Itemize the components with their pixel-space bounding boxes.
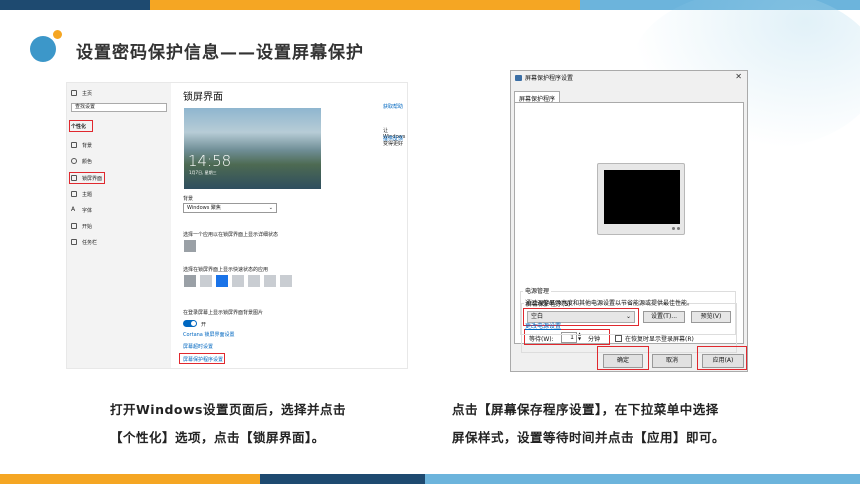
right-caption: 点击【屏幕保存程序设置】，在下拉菜单中选择 屏保样式，设置等待时间并点击【应用】… [452, 402, 726, 445]
title-dot-small [53, 30, 62, 39]
sidebar-item-taskbar[interactable]: 任务栏 [71, 237, 97, 247]
help-link[interactable]: 获取帮助 [383, 103, 403, 110]
detail-app-icon[interactable] [184, 240, 196, 252]
lockscreen-preview: 14:58 1月7日, 星期三 [184, 108, 321, 189]
palette-icon [71, 158, 77, 164]
dialog-titlebar: 屏幕保护程序设置 [515, 73, 573, 82]
left-caption: 打开Windows设置页面后，选择并点击 【个性化】选项，点击【锁屏界面】。 [110, 402, 346, 445]
power-settings-link[interactable]: 更改电源设置 [525, 321, 561, 330]
sidebar-item-colors[interactable]: 颜色 [71, 156, 92, 166]
detail-status-label: 选择一个应用以在锁屏界面上显示详细状态 [183, 232, 279, 238]
signin-bg-toggle[interactable] [183, 320, 197, 327]
resume-label: 在恢复时显示登录屏幕(R) [625, 336, 694, 343]
settings-sidebar: 主页 查找设置 个性化 背景 颜色 锁屏界面 主题 A 字体 开始 任务栏 [67, 83, 171, 368]
page-title: 锁屏界面 [183, 92, 223, 103]
add-app-slot-2[interactable] [248, 275, 260, 287]
sidebar-item-start[interactable]: 开始 [71, 221, 92, 231]
highlight-screensaver-link [179, 353, 225, 364]
screensaver-dialog: 屏幕保护程序设置 ✕ 屏幕保护程序 屏幕保护程序(S) 空白 ⌄ 设置(T)..… [510, 70, 748, 372]
add-app-slot-1[interactable] [232, 275, 244, 287]
store-app-icon[interactable] [216, 275, 228, 287]
bottom-bar-navy [260, 474, 425, 484]
brush-icon [71, 191, 77, 197]
add-app-slot-4[interactable] [280, 275, 292, 287]
font-icon: A [71, 206, 76, 213]
background-label: 背景 [183, 196, 194, 202]
search-input[interactable]: 查找设置 [71, 103, 167, 112]
highlight-ok-button [597, 346, 649, 370]
home-icon [71, 90, 77, 96]
close-icon[interactable]: ✕ [735, 72, 742, 81]
cancel-button[interactable]: 取消 [652, 354, 692, 368]
signin-bg-label: 在登录屏幕上显示锁屏界面背景图片 [183, 310, 264, 316]
bottom-bar-blue [425, 474, 860, 484]
top-bar-navy [0, 0, 150, 10]
sidebar-item-themes[interactable]: 主题 [71, 189, 92, 199]
highlight-apply-button [697, 346, 747, 370]
picture-icon [71, 142, 77, 148]
power-description: 通过调整显示亮度和其他电源设置以节省能源或提供最佳性能。 [525, 300, 694, 307]
taskbar-icon [71, 239, 77, 245]
monitor-preview [597, 163, 685, 235]
power-group-label: 电源管理 [523, 286, 552, 295]
preview-screen [604, 170, 680, 224]
slide-title: 设置密码保护信息——设置屏幕保护 [76, 43, 364, 63]
mail-app-icon[interactable] [184, 275, 196, 287]
sidebar-home[interactable]: 主页 [71, 88, 92, 98]
preview-date: 1月7日, 星期三 [189, 170, 217, 175]
cortana-link[interactable]: Cortana 锁屏界面设置 [183, 331, 234, 338]
resume-checkbox[interactable] [615, 335, 622, 342]
quick-status-label: 选择在锁屏界面上显示快速状态的应用 [183, 267, 269, 273]
add-app-slot-3[interactable] [264, 275, 276, 287]
feedback-link[interactable]: 提供反馈 [383, 135, 403, 142]
slide: 设置密码保护信息——设置屏幕保护 主页 查找设置 个性化 背景 颜色 锁屏界面 … [0, 0, 860, 484]
start-icon [71, 223, 77, 229]
preview-time: 14:58 [188, 152, 232, 170]
title-dot-large [30, 36, 56, 62]
chevron-down-icon: ⌄ [268, 205, 273, 211]
calendar-app-icon[interactable] [200, 275, 212, 287]
highlight-lockscreen [69, 172, 105, 184]
timeout-link[interactable]: 屏幕超时设置 [183, 343, 213, 350]
background-dropdown[interactable]: Windows 聚焦 ⌄ [183, 203, 277, 213]
sidebar-item-fonts[interactable]: A 字体 [71, 205, 92, 215]
screensaver-icon [515, 74, 522, 81]
sidebar-item-background[interactable]: 背景 [71, 140, 92, 150]
highlight-personalize [69, 120, 93, 132]
bottom-bar-orange [0, 474, 260, 484]
top-bar-orange [150, 0, 580, 10]
toggle-state-label: 开 [201, 322, 207, 328]
settings-screenshot: 主页 查找设置 个性化 背景 颜色 锁屏界面 主题 A 字体 开始 任务栏 锁屏… [66, 82, 408, 369]
